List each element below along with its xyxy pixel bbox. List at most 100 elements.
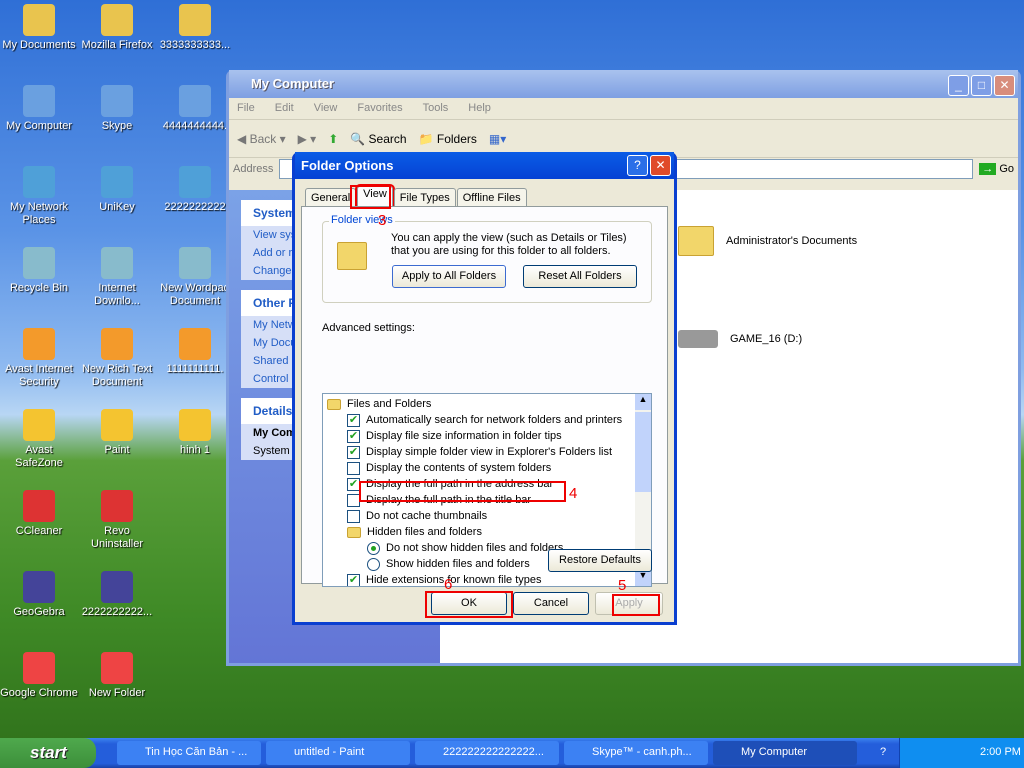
- taskbar-item[interactable]: untitled - Paint: [266, 741, 410, 765]
- tab-offline-files[interactable]: Offline Files: [456, 188, 527, 207]
- menu-help[interactable]: Help: [468, 102, 491, 115]
- setting-row[interactable]: ✔ Automatically search for network folder…: [327, 412, 647, 428]
- desktop-icon[interactable]: New Wordpad Document: [156, 247, 234, 308]
- folder-icon: [327, 398, 341, 410]
- annotation-6: 6: [444, 576, 453, 593]
- desktop-icon[interactable]: Avast SafeZone: [0, 409, 78, 470]
- setting-label: Hidden files and folders: [367, 526, 482, 538]
- setting-label: Display simple folder view in Explorer's…: [366, 446, 613, 458]
- minimize-button[interactable]: _: [948, 75, 969, 96]
- folder-icon: [678, 226, 714, 256]
- taskbar-item[interactable]: My Computer: [713, 741, 857, 765]
- checkbox[interactable]: ✔: [347, 413, 360, 427]
- restore-defaults-button[interactable]: Restore Defaults: [548, 549, 652, 572]
- desktop-icon[interactable]: 3333333333...: [156, 4, 234, 52]
- go-button[interactable]: → Go: [979, 163, 1014, 175]
- taskbar-item[interactable]: 222222222222222...: [415, 741, 559, 765]
- desktop-icon-image: [179, 409, 211, 441]
- maximize-button[interactable]: □: [971, 75, 992, 96]
- menu-file[interactable]: File: [237, 102, 255, 115]
- checkbox[interactable]: ✔: [347, 573, 360, 586]
- desktop-icon[interactable]: Paint: [78, 409, 156, 457]
- checkbox[interactable]: [347, 461, 360, 475]
- desktop-icon[interactable]: hinh 1: [156, 409, 234, 457]
- setting-row[interactable]: ✔ Display simple folder view in Explorer'…: [327, 444, 647, 460]
- desktop-icon[interactable]: Internet Downlo...: [78, 247, 156, 308]
- desktop-icon[interactable]: GeoGebra: [0, 571, 78, 619]
- item-admin-docs[interactable]: Administrator's Documents: [678, 226, 857, 256]
- setting-row[interactable]: Files and Folders: [327, 396, 647, 412]
- desktop-icon[interactable]: Avast Internet Security: [0, 328, 78, 389]
- tab-file-types[interactable]: File Types: [393, 188, 456, 207]
- desktop-icon[interactable]: 2222222222...: [78, 571, 156, 619]
- desktop-icon[interactable]: Google Chrome: [0, 652, 78, 700]
- setting-row[interactable]: Display the contents of system folders: [327, 460, 647, 476]
- desktop-icon[interactable]: 4444444444.: [156, 85, 234, 133]
- setting-row[interactable]: Do not cache thumbnails: [327, 508, 647, 524]
- desktop-icon-label: Mozilla Firefox: [81, 39, 153, 51]
- desktop-icon[interactable]: New Rich Text Document: [78, 328, 156, 389]
- desktop-icon[interactable]: 2222222222: [156, 166, 234, 214]
- desktop-icon[interactable]: My Network Places: [0, 166, 78, 227]
- desktop-icon[interactable]: My Documents: [0, 4, 78, 52]
- desktop-icon[interactable]: 1111111111.: [156, 328, 234, 376]
- scroll-up-button[interactable]: ▲: [635, 394, 651, 410]
- tab-general[interactable]: General: [305, 188, 357, 207]
- desktop-icon[interactable]: UniKey: [78, 166, 156, 214]
- reset-all-folders-button[interactable]: Reset All Folders: [523, 265, 637, 288]
- back-label: Back: [249, 131, 277, 146]
- radio-button[interactable]: [367, 557, 380, 571]
- menu-tools[interactable]: Tools: [423, 102, 449, 115]
- desktop-icon-image: [23, 652, 55, 684]
- annotation-4: 4: [569, 485, 578, 502]
- scroll-down-button[interactable]: ▼: [635, 570, 651, 586]
- forward-button[interactable]: ▶ ▾: [298, 132, 317, 146]
- checkbox[interactable]: ✔: [347, 429, 360, 443]
- desktop-icon-image: [101, 409, 133, 441]
- setting-row[interactable]: Hidden files and folders: [327, 524, 647, 540]
- item-game-drive[interactable]: GAME_16 (D:): [678, 330, 802, 348]
- up-folder-icon[interactable]: ⬆: [328, 132, 338, 146]
- go-label: Go: [999, 163, 1014, 175]
- desktop-icon[interactable]: Mozilla Firefox: [78, 4, 156, 52]
- folder-views-group: Folder views You can apply the view (suc…: [322, 214, 652, 303]
- close-button[interactable]: ✕: [994, 75, 1015, 96]
- desktop-icon[interactable]: Revo Uninstaller: [78, 490, 156, 551]
- menu-view[interactable]: View: [314, 102, 338, 115]
- setting-row[interactable]: ✔ Hide extensions for known file types: [327, 572, 647, 586]
- taskbar-item[interactable]: Tin Học Căn Bản - ...: [117, 741, 261, 765]
- desktop-icon-image: [179, 328, 211, 360]
- desktop-icon[interactable]: Recycle Bin: [0, 247, 78, 295]
- desktop-icon[interactable]: New Folder: [78, 652, 156, 700]
- scroll-thumb[interactable]: [635, 412, 651, 492]
- back-button[interactable]: ◀ Back ▾: [237, 132, 286, 146]
- radio-button[interactable]: [367, 541, 380, 555]
- desktop-icon-image: [101, 4, 133, 36]
- views-button[interactable]: ▦▾: [489, 132, 506, 146]
- checkbox[interactable]: [347, 509, 360, 523]
- desktop-icon-label: Avast SafeZone: [15, 444, 63, 469]
- setting-row[interactable]: ✔ Display file size information in folder…: [327, 428, 647, 444]
- desktop-icon-image: [101, 490, 133, 522]
- desktop-icon[interactable]: My Computer: [0, 85, 78, 133]
- menu-favorites[interactable]: Favorites: [357, 102, 402, 115]
- help-button[interactable]: ?: [627, 155, 648, 176]
- annotation-5: 5: [618, 577, 627, 594]
- annotation-box-view: [350, 185, 391, 209]
- checkbox[interactable]: ✔: [347, 445, 360, 459]
- start-button[interactable]: start: [0, 738, 96, 768]
- desktop-icon-image: [179, 4, 211, 36]
- desktop-icon-image: [101, 571, 133, 603]
- desktop-icon[interactable]: Skype: [78, 85, 156, 133]
- desktop-icon-image: [23, 166, 55, 198]
- taskbar-item[interactable]: Skype™ - canh.ph...: [564, 741, 708, 765]
- folders-button[interactable]: 📁 Folders: [419, 132, 477, 146]
- desktop-icon[interactable]: CCleaner: [0, 490, 78, 538]
- menu-edit[interactable]: Edit: [275, 102, 294, 115]
- apply-all-folders-button[interactable]: Apply to All Folders: [392, 265, 506, 288]
- search-button[interactable]: 🔍 Search: [350, 132, 406, 146]
- dialog-close-button[interactable]: ✕: [650, 155, 671, 176]
- cancel-button[interactable]: Cancel: [513, 592, 589, 615]
- help-tray-icon[interactable]: ?: [880, 746, 886, 758]
- setting-label: Show hidden files and folders: [386, 558, 530, 570]
